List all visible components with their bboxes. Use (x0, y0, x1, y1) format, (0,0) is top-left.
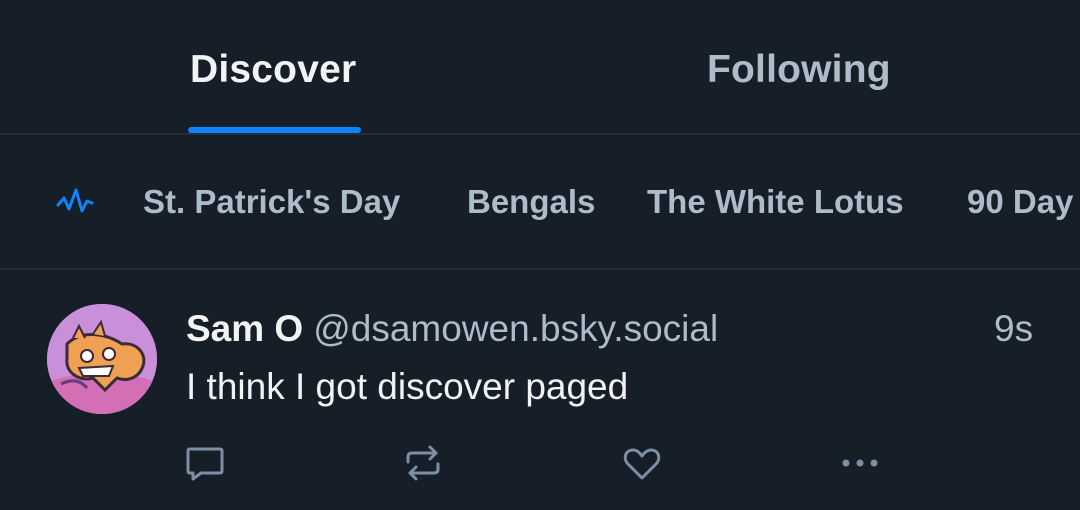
reply-icon[interactable] (184, 442, 226, 484)
trending-pulse-icon (56, 188, 94, 213)
avatar-image (47, 304, 157, 414)
author-name[interactable]: Sam O (186, 308, 303, 349)
post-header: Sam O @dsamowen.bsky.social (186, 308, 718, 350)
feed-tabs: Discover Following (0, 0, 1080, 135)
author-handle[interactable]: @dsamowen.bsky.social (313, 308, 718, 349)
trend-item[interactable]: 90 Day Fiancé (967, 183, 1080, 221)
more-icon[interactable] (839, 442, 881, 484)
active-tab-indicator (188, 127, 361, 133)
avatar[interactable] (47, 304, 157, 414)
post-timestamp[interactable]: 9s (994, 308, 1033, 350)
post-text: I think I got discover paged (186, 366, 629, 407)
trending-bar: St. Patrick's Day Bengals The White Lotu… (0, 135, 1080, 270)
tab-following[interactable]: Following (707, 48, 891, 98)
trend-item[interactable]: The White Lotus (647, 183, 904, 221)
repost-icon[interactable] (402, 442, 444, 484)
trend-item[interactable]: St. Patrick's Day (143, 183, 400, 221)
post[interactable]: Sam O @dsamowen.bsky.social 9s I think I … (0, 270, 1080, 510)
like-icon[interactable] (621, 442, 663, 484)
trend-item[interactable]: Bengals (467, 183, 595, 221)
tab-discover[interactable]: Discover (190, 48, 356, 98)
